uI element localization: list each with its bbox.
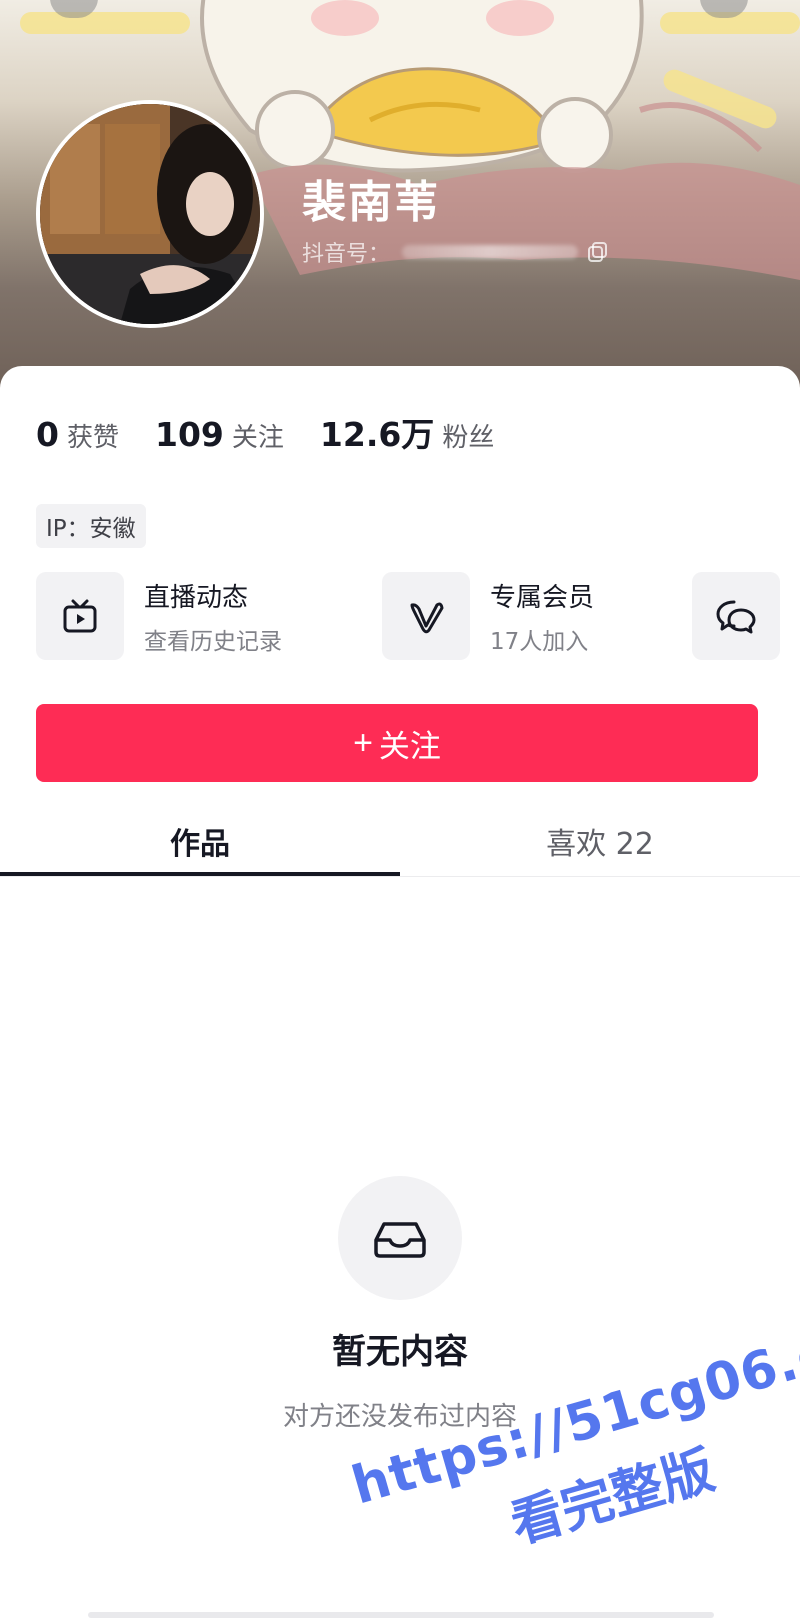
follow-label: 关注 bbox=[378, 728, 441, 764]
content-tabs: 作品 喜欢 22 bbox=[0, 806, 800, 877]
member-title: 专属会员 bbox=[490, 582, 595, 613]
stat-followers[interactable]: 12.6万 粉丝 bbox=[320, 408, 494, 456]
stat-label: 关注 bbox=[231, 423, 284, 453]
empty-state-icon-circle bbox=[338, 1176, 462, 1300]
stat-likes[interactable]: 0 获赞 bbox=[36, 415, 119, 454]
plus-icon: + bbox=[353, 723, 373, 762]
v-logo-icon bbox=[410, 602, 444, 634]
inbox-tray-icon bbox=[374, 1222, 426, 1258]
live-subtitle: 查看历史记录 bbox=[144, 628, 282, 655]
tab-likes[interactable]: 喜欢 22 bbox=[400, 806, 800, 876]
douyin-id-label: 抖音号： bbox=[302, 242, 391, 267]
douyin-id-row: 抖音号： bbox=[302, 236, 610, 268]
group-chat-button[interactable] bbox=[692, 572, 780, 660]
stat-value: 0 bbox=[36, 415, 59, 454]
avatar[interactable] bbox=[36, 100, 264, 328]
follow-button[interactable]: + 关注 bbox=[36, 704, 758, 782]
bottom-edge-bar bbox=[88, 1612, 714, 1618]
exclusive-member-entry[interactable]: 专属会员 17人加入 bbox=[382, 572, 594, 660]
stats-row: 0 获赞 109 关注 12.6万 粉丝 bbox=[36, 408, 530, 456]
live-icon-box bbox=[36, 572, 124, 660]
member-icon-box bbox=[382, 572, 470, 660]
stat-value: 12.6万 bbox=[319, 415, 435, 454]
avatar-photo bbox=[40, 104, 260, 324]
live-history-entry[interactable]: 直播动态 查看历史记录 bbox=[36, 572, 282, 660]
live-title: 直播动态 bbox=[144, 582, 249, 613]
tab-works[interactable]: 作品 bbox=[0, 806, 400, 876]
copy-icon[interactable] bbox=[586, 240, 610, 264]
profile-banner: 裴南苇 抖音号： bbox=[0, 0, 800, 390]
douyin-id-value-redacted bbox=[402, 245, 579, 259]
profile-name: 裴南苇 bbox=[302, 177, 440, 228]
stat-value: 109 bbox=[154, 415, 224, 454]
stat-label: 粉丝 bbox=[442, 423, 495, 453]
member-subtitle: 17人加入 bbox=[490, 628, 589, 655]
active-tab-indicator bbox=[0, 872, 400, 876]
tv-play-icon bbox=[63, 599, 97, 633]
stat-following[interactable]: 109 关注 bbox=[155, 415, 284, 454]
ip-location-tag: IP：安徽 bbox=[36, 504, 146, 548]
chat-bubbles-icon bbox=[716, 600, 756, 634]
stat-label: 获赞 bbox=[66, 423, 119, 453]
